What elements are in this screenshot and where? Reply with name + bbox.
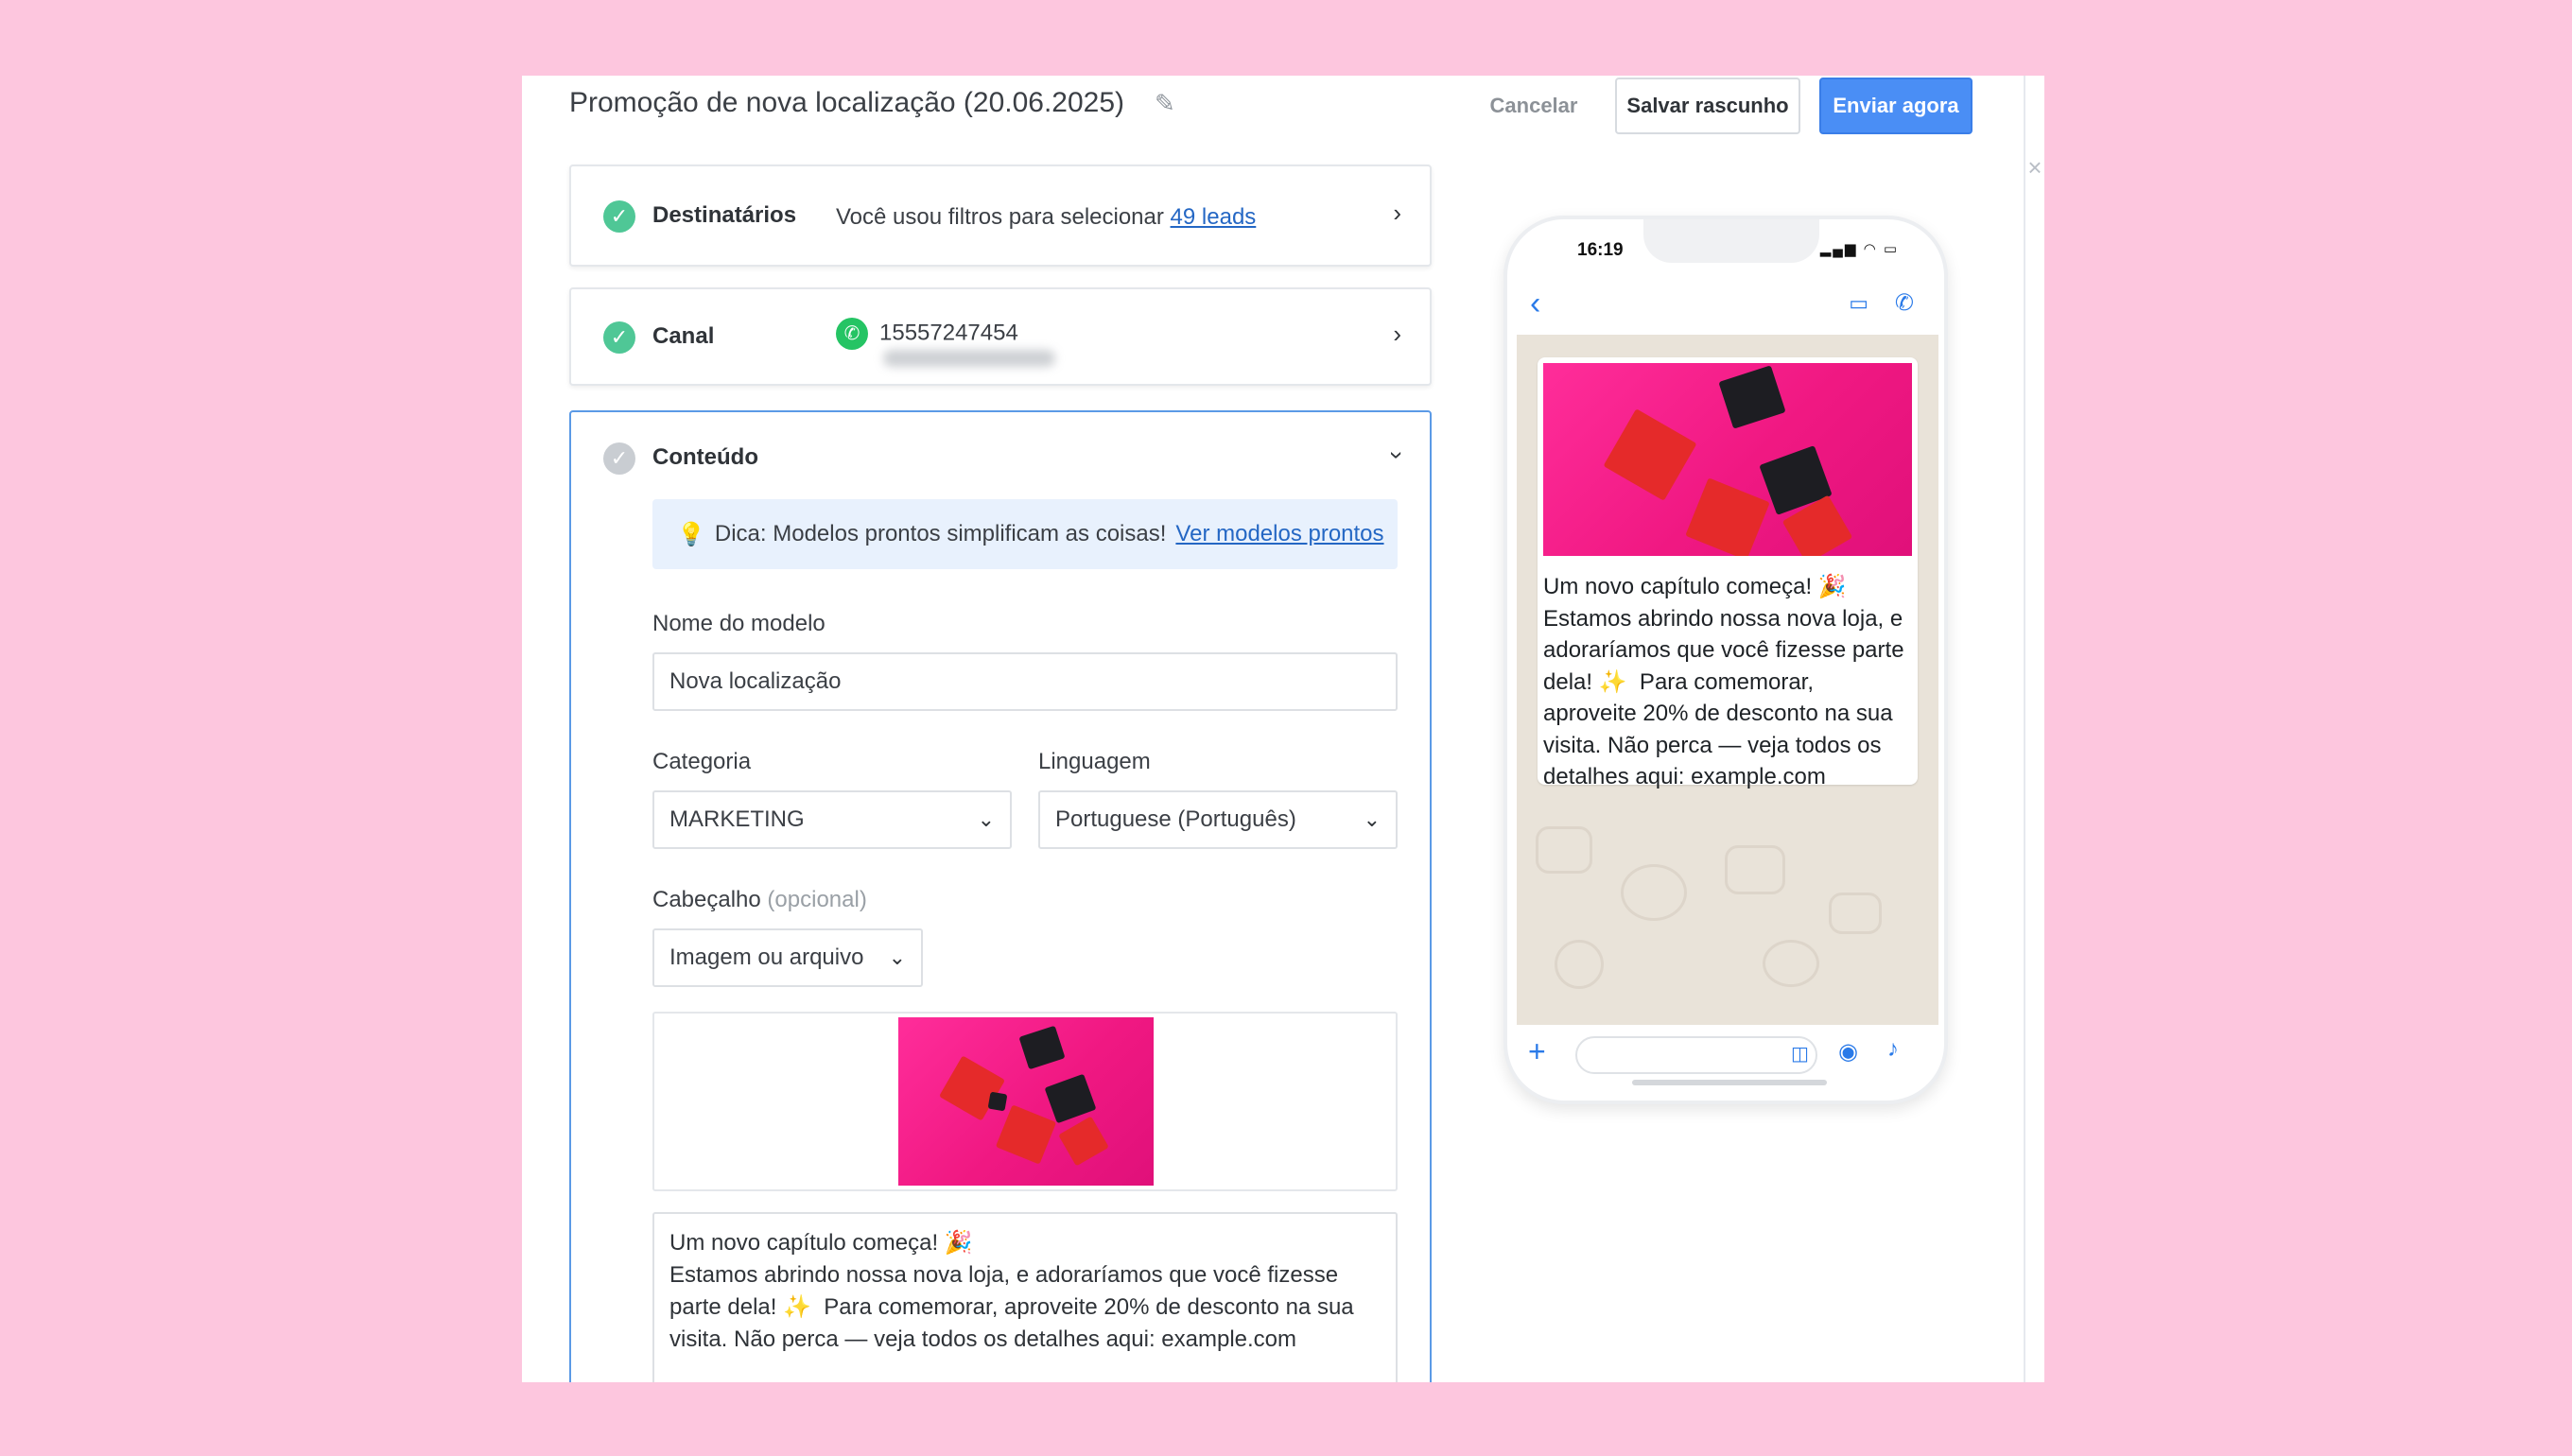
chevron-right-icon[interactable]: › bbox=[1393, 199, 1401, 228]
header-type-value: Imagem ou arquivo bbox=[669, 945, 864, 970]
check-circle-icon: ✓ bbox=[603, 442, 635, 475]
message-line: Um novo capítulo começa! 🎉 bbox=[669, 1230, 973, 1256]
back-arrow-icon[interactable]: ‹ bbox=[1530, 286, 1540, 322]
channel-phone: 15557247454 bbox=[879, 320, 1018, 346]
preview-header-image bbox=[1543, 363, 1912, 556]
phone-time: 16:19 bbox=[1577, 240, 1624, 260]
message-bubble: Um novo capítulo começa! 🎉 Estamos abrin… bbox=[1538, 357, 1918, 789]
category-value: MARKETING bbox=[669, 806, 805, 832]
chevron-down-icon: ⌄ bbox=[977, 807, 995, 831]
chevron-right-icon[interactable]: › bbox=[1393, 320, 1401, 349]
header-image-upload[interactable] bbox=[652, 1012, 1398, 1191]
chat-background: Um novo capítulo começa! 🎉 Estamos abrin… bbox=[1517, 335, 1938, 1025]
language-select[interactable]: Portuguese (Português) ⌄ bbox=[1038, 790, 1398, 849]
lightbulb-icon: 💡 bbox=[677, 521, 705, 547]
template-name-input[interactable]: Nova localização bbox=[652, 652, 1398, 711]
channel-section[interactable]: ✓ Canal ✆ 15557247454 › bbox=[569, 287, 1432, 386]
message-line: parte dela! ✨ Para comemorar, aproveite … bbox=[669, 1294, 1354, 1320]
bubble-text: Um novo capítulo começa! 🎉 Estamos abrin… bbox=[1543, 571, 1914, 793]
plus-icon[interactable]: + bbox=[1528, 1034, 1546, 1069]
side-strip: × bbox=[2024, 76, 2044, 1382]
header-label: Cabeçalho (opcional) bbox=[652, 887, 867, 913]
header-type-select[interactable]: Imagem ou arquivo ⌄ bbox=[652, 928, 923, 987]
pencil-icon[interactable]: ✎ bbox=[1155, 89, 1175, 118]
content-section: ✓ Conteúdo › 💡 Dica: Modelos prontos sim… bbox=[569, 410, 1432, 1382]
video-call-icon[interactable]: ▭ bbox=[1849, 291, 1868, 316]
recipients-summary: Você usou filtros para selecionar 49 lea… bbox=[836, 204, 1256, 231]
header-image bbox=[898, 1017, 1154, 1186]
bubble-line: aproveite 20% de desconto na sua bbox=[1543, 701, 1893, 726]
bubble-line: adoraríamos que você fizesse parte bbox=[1543, 637, 1904, 663]
chat-nav-bar: ‹ ▭ ✆ bbox=[1507, 276, 1944, 335]
home-indicator bbox=[1632, 1080, 1827, 1085]
cancel-button[interactable]: Cancelar bbox=[1468, 78, 1600, 134]
send-now-button[interactable]: Enviar agora bbox=[1819, 78, 1972, 134]
category-label: Categoria bbox=[652, 749, 752, 774]
language-value: Portuguese (Português) bbox=[1055, 806, 1296, 832]
template-name-value: Nova localização bbox=[669, 668, 842, 694]
chevron-down-icon[interactable]: › bbox=[1382, 451, 1412, 459]
bubble-line: dela! ✨ Para comemorar, bbox=[1543, 668, 1814, 695]
ready-templates-link[interactable]: Ver modelos prontos bbox=[1175, 521, 1383, 547]
whatsapp-icon: ✆ bbox=[836, 318, 868, 350]
tip-text: Dica: Modelos prontos simplificam as coi… bbox=[714, 521, 1167, 546]
channel-value: ✆ 15557247454 bbox=[836, 318, 1018, 350]
microphone-icon[interactable]: ♪ bbox=[1887, 1036, 1899, 1063]
bubble-line: visita. Não perca — veja todos os bbox=[1543, 732, 1882, 758]
bubble-line: Um novo capítulo começa! 🎉 bbox=[1543, 574, 1847, 599]
bubble-line: Estamos abrindo nossa nova loja, e bbox=[1543, 605, 1903, 632]
campaign-editor-panel: Promoção de nova localização (20.06.2025… bbox=[522, 76, 2044, 1382]
message-line: Estamos abrindo nossa nova loja, e adora… bbox=[669, 1262, 1339, 1288]
header-label-text: Cabeçalho bbox=[652, 887, 761, 912]
message-line: visita. Não perca — veja todos os detalh… bbox=[669, 1326, 1297, 1352]
category-select[interactable]: MARKETING ⌄ bbox=[652, 790, 1012, 849]
recipients-text: Você usou filtros para selecionar bbox=[836, 204, 1164, 230]
check-circle-icon: ✓ bbox=[603, 321, 635, 354]
language-label: Linguagem bbox=[1038, 749, 1151, 774]
message-body-textarea[interactable]: Um novo capítulo começa! 🎉 Estamos abrin… bbox=[652, 1212, 1398, 1382]
phone-preview: 16:19 ▂▄▆ ◠ ▭ ‹ ▭ ✆ Um novo capítulo com… bbox=[1503, 216, 1948, 1104]
close-icon[interactable]: × bbox=[2025, 153, 2044, 182]
save-draft-button[interactable]: Salvar rascunho bbox=[1615, 78, 1800, 134]
sticker-icon[interactable]: ◫ bbox=[1791, 1042, 1809, 1066]
tip-banner: 💡 Dica: Modelos prontos simplificam as c… bbox=[652, 499, 1398, 569]
recipients-label: Destinatários bbox=[652, 202, 797, 228]
channel-label: Canal bbox=[652, 323, 715, 349]
chat-message-input[interactable] bbox=[1575, 1036, 1817, 1074]
phone-notch bbox=[1643, 219, 1819, 263]
page-title: Promoção de nova localização (20.06.2025… bbox=[569, 87, 1175, 119]
optional-hint: (opcional) bbox=[767, 887, 867, 912]
campaign-title: Promoção de nova localização (20.06.2025… bbox=[569, 87, 1125, 118]
status-icons: ▂▄▆ ◠ ▭ bbox=[1819, 241, 1899, 257]
phone-call-icon[interactable]: ✆ bbox=[1895, 289, 1914, 317]
template-name-label: Nome do modelo bbox=[652, 611, 825, 636]
chevron-down-icon: ⌄ bbox=[888, 945, 906, 969]
bubble-line: detalhes aqui: example.com bbox=[1543, 764, 1826, 789]
leads-link[interactable]: 49 leads bbox=[1171, 204, 1257, 230]
camera-icon[interactable]: ◉ bbox=[1838, 1038, 1858, 1066]
content-label: Conteúdo bbox=[652, 444, 758, 470]
blurred-text bbox=[883, 350, 1055, 367]
recipients-section[interactable]: ✓ Destinatários Você usou filtros para s… bbox=[569, 165, 1432, 267]
check-circle-icon: ✓ bbox=[603, 200, 635, 233]
chevron-down-icon: ⌄ bbox=[1363, 807, 1381, 831]
